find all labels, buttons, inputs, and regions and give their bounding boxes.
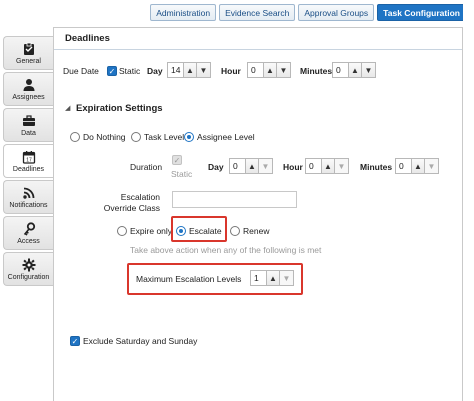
due-hour-value[interactable]: 0	[247, 62, 263, 78]
top-navigation: Administration Evidence Search Approval …	[150, 4, 466, 21]
option-renew[interactable]: Renew	[230, 226, 269, 236]
duration-day-stepper[interactable]: 0 ▲ ▼	[229, 158, 273, 174]
escalate-radio[interactable]	[176, 226, 186, 236]
briefcase-icon	[22, 114, 35, 126]
side-tabs: General Assignees Data 17 Deadlines Noti…	[3, 36, 53, 288]
tab-data[interactable]: Data	[3, 108, 53, 142]
duration-hour-value[interactable]: 0	[305, 158, 321, 174]
tab-general[interactable]: General	[3, 36, 53, 70]
due-day-stepper[interactable]: 14 ▲ ▼	[167, 62, 211, 78]
expire-only-label: Expire only	[130, 226, 173, 236]
tab-deadlines[interactable]: 17 Deadlines	[3, 144, 53, 178]
due-day-value[interactable]: 14	[167, 62, 183, 78]
collapse-triangle-icon[interactable]: ◢	[65, 104, 70, 112]
exclude-weekends-label: Exclude Saturday and Sunday	[83, 336, 198, 346]
deadlines-panel: Deadlines Due Date ✓ Static Day 14 ▲ ▼ H…	[53, 27, 463, 401]
duration-static-label: Static	[171, 169, 193, 179]
due-date-static-label: Static	[119, 66, 141, 76]
approval-groups-button[interactable]: Approval Groups	[298, 4, 375, 21]
escalation-override-input[interactable]	[172, 191, 297, 208]
due-hour-stepper[interactable]: 0 ▲ ▼	[247, 62, 291, 78]
duration-static-checkbox[interactable]: ✓	[172, 155, 182, 165]
administration-button[interactable]: Administration	[150, 4, 217, 21]
due-minutes-stepper[interactable]: 0 ▲ ▼	[332, 62, 376, 78]
chevron-up-icon[interactable]: ▲	[183, 62, 197, 78]
escalation-hint: Take above action when any of the follow…	[130, 245, 322, 255]
option-do-nothing[interactable]: Do Nothing	[70, 132, 126, 142]
panel-title: Deadlines	[54, 28, 462, 50]
duration-minutes-stepper[interactable]: 0 ▲ ▼	[395, 158, 439, 174]
key-icon	[23, 221, 35, 236]
duration-minutes-label: Minutes	[360, 162, 393, 172]
option-task-level[interactable]: Task Level	[131, 132, 184, 142]
due-minutes-label: Minutes	[300, 66, 333, 76]
tab-configuration-label: Configuration	[7, 273, 50, 281]
task-level-radio[interactable]	[131, 132, 141, 142]
svg-text:17: 17	[26, 157, 32, 163]
rss-icon	[22, 187, 34, 199]
chevron-up-icon[interactable]: ▲	[348, 62, 362, 78]
tab-notifications[interactable]: Notifications	[3, 180, 53, 214]
due-hour-label: Hour	[221, 66, 241, 76]
renew-radio[interactable]	[230, 226, 240, 236]
tab-assignees-label: Assignees	[12, 93, 45, 101]
chevron-down-icon[interactable]: ▼	[259, 158, 273, 174]
tab-configuration[interactable]: Configuration	[3, 252, 53, 286]
tab-access-label: Access	[17, 237, 40, 245]
chevron-down-icon[interactable]: ▼	[425, 158, 439, 174]
duration-day-label: Day	[208, 162, 224, 172]
tab-general-label: General	[16, 57, 41, 65]
exclude-weekends-checkbox[interactable]: ✓	[70, 336, 80, 346]
option-assignee-level[interactable]: Assignee Level	[184, 132, 255, 142]
due-day-label: Day	[147, 66, 163, 76]
duration-label: Duration	[130, 162, 163, 172]
duration-minutes-value[interactable]: 0	[395, 158, 411, 174]
escalation-override-label: Escalation Override Class	[103, 192, 160, 213]
calendar-icon: 17	[22, 150, 35, 164]
chevron-down-icon[interactable]: ▼	[362, 62, 376, 78]
chevron-up-icon[interactable]: ▲	[411, 158, 425, 174]
assignee-level-label: Assignee Level	[197, 132, 255, 142]
due-minutes-value[interactable]: 0	[332, 62, 348, 78]
do-nothing-radio[interactable]	[70, 132, 80, 142]
chevron-down-icon[interactable]: ▼	[197, 62, 211, 78]
task-configuration-button[interactable]: Task Configuration	[377, 4, 466, 21]
chevron-up-icon[interactable]: ▲	[245, 158, 259, 174]
chevron-up-icon[interactable]: ▲	[263, 62, 277, 78]
tab-deadlines-label: Deadlines	[12, 165, 45, 173]
assignee-level-radio[interactable]	[184, 132, 194, 142]
max-escalation-stepper[interactable]: 1 ▲ ▼	[250, 270, 294, 286]
duration-hour-stepper[interactable]: 0 ▲ ▼	[305, 158, 349, 174]
duration-day-value[interactable]: 0	[229, 158, 245, 174]
tab-notifications-label: Notifications	[9, 201, 48, 209]
expire-only-radio[interactable]	[117, 226, 127, 236]
chevron-down-icon[interactable]: ▼	[335, 158, 349, 174]
escalate-label: Escalate	[189, 226, 222, 236]
tab-data-label: Data	[21, 129, 36, 137]
max-escalation-value[interactable]: 1	[250, 270, 266, 286]
due-date-label: Due Date	[63, 66, 99, 76]
option-escalate[interactable]: Escalate	[176, 226, 222, 236]
chevron-down-icon[interactable]: ▼	[280, 270, 294, 286]
chevron-up-icon[interactable]: ▲	[266, 270, 280, 286]
duration-hour-label: Hour	[283, 162, 303, 172]
option-expire-only[interactable]: Expire only	[117, 226, 172, 236]
expiration-settings-title: Expiration Settings	[76, 103, 163, 114]
clipboard-icon	[23, 42, 34, 55]
chevron-down-icon[interactable]: ▼	[277, 62, 291, 78]
task-level-label: Task Level	[144, 132, 185, 142]
do-nothing-label: Do Nothing	[83, 132, 126, 142]
tab-assignees[interactable]: Assignees	[3, 72, 53, 106]
due-date-static-checkbox[interactable]: ✓	[107, 66, 117, 76]
tab-access[interactable]: Access	[3, 216, 53, 250]
chevron-up-icon[interactable]: ▲	[321, 158, 335, 174]
renew-label: Renew	[243, 226, 270, 236]
right-edge-strip	[463, 0, 474, 401]
max-escalation-label: Maximum Escalation Levels	[136, 274, 242, 284]
evidence-search-button[interactable]: Evidence Search	[219, 4, 296, 21]
gear-icon	[22, 258, 35, 271]
person-icon	[23, 78, 34, 91]
